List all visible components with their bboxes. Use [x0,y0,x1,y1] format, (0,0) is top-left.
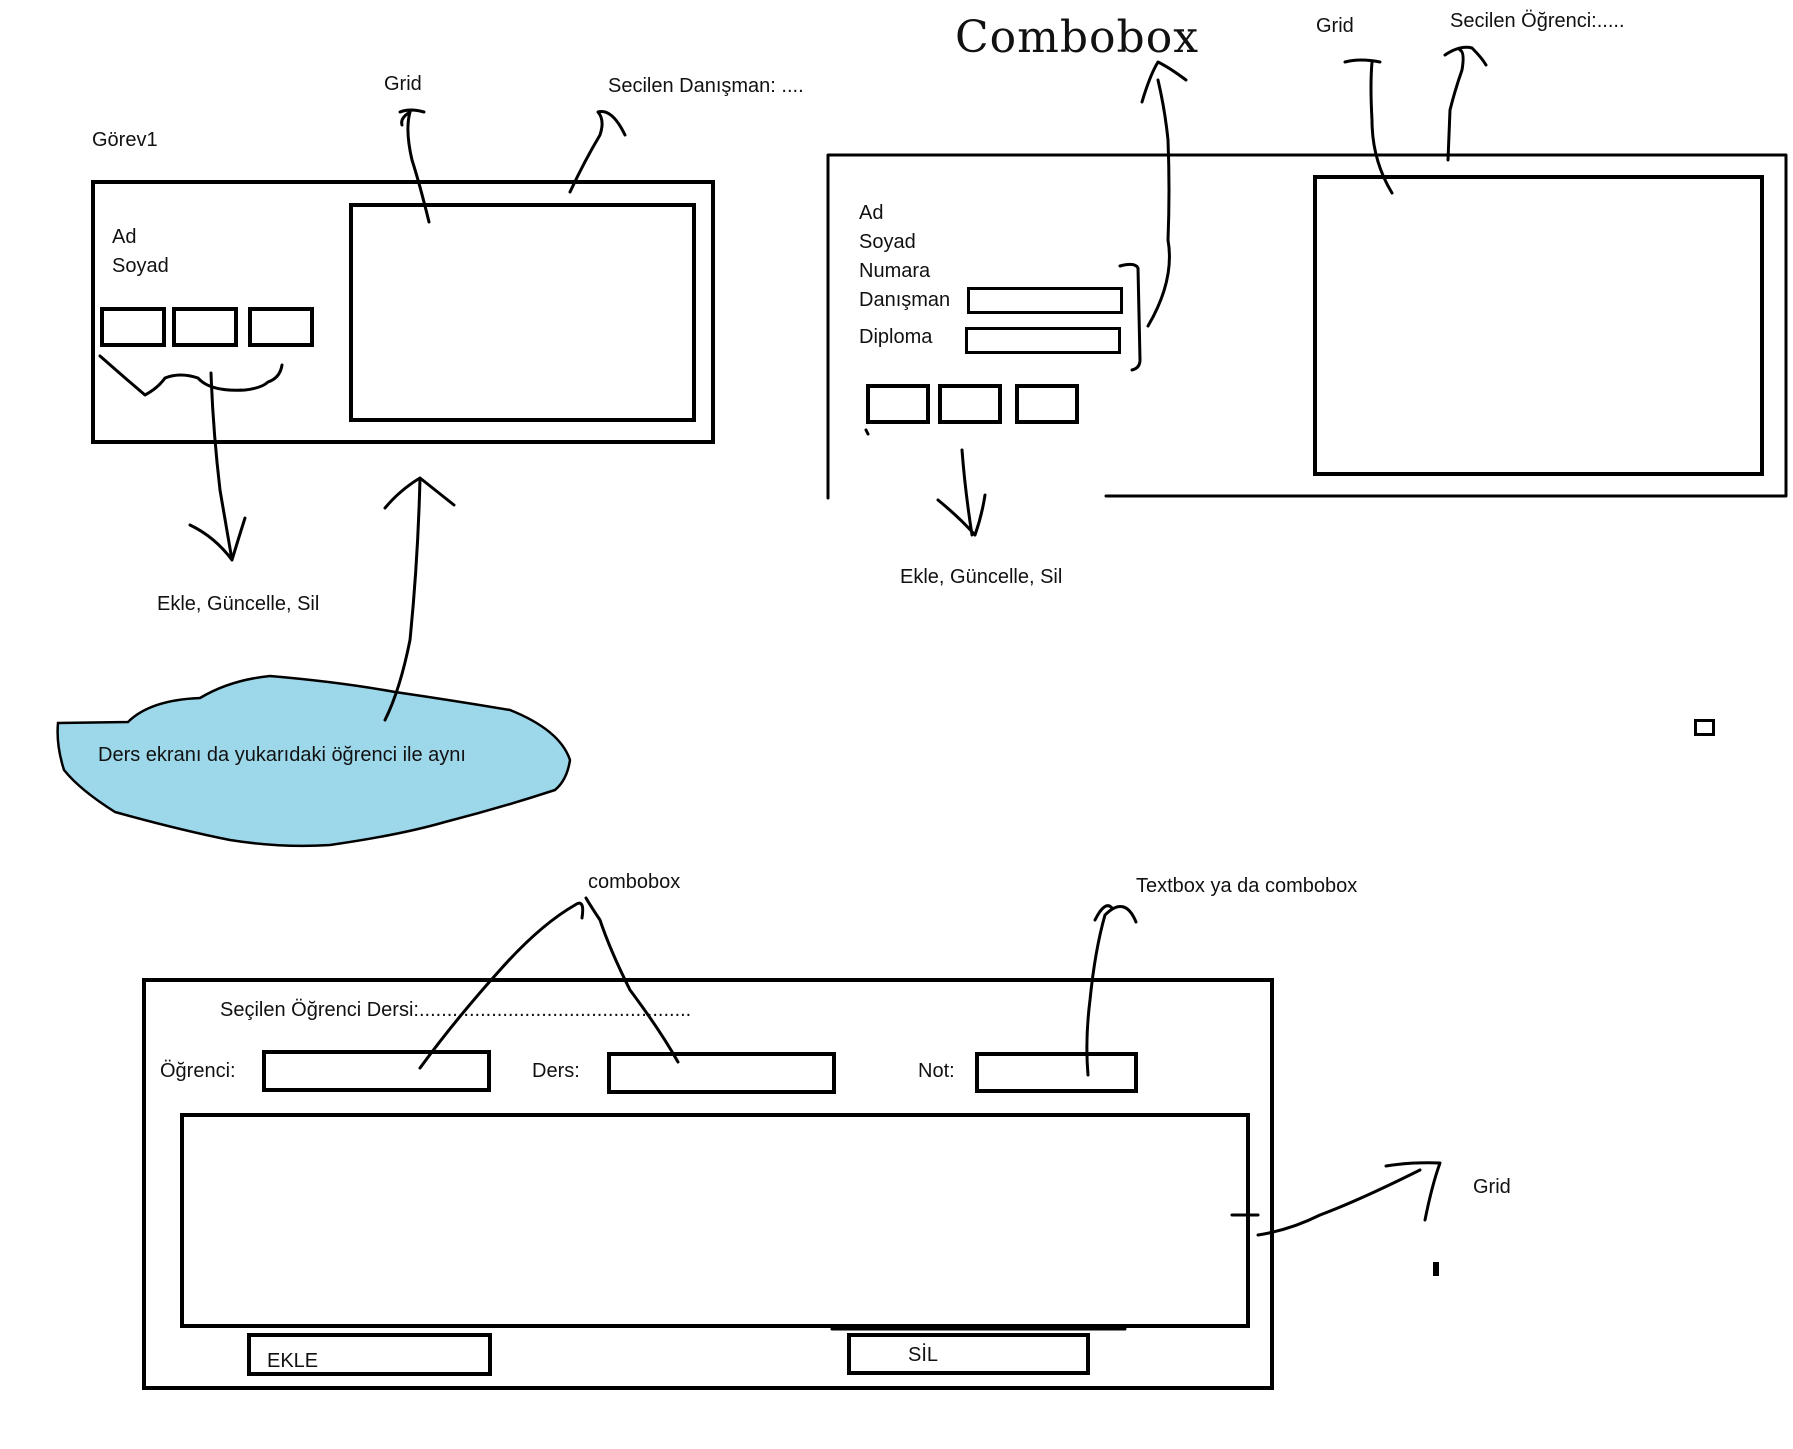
panel2-button-3[interactable] [1015,384,1079,424]
panel1-button-1[interactable] [100,307,166,347]
panel1-grid-note: Grid [384,73,422,95]
panel2-selected-arrow [1443,45,1488,162]
panel3-selected-lesson-label: Seçilen Öğrenci Dersi:..................… [220,999,692,1021]
panel3-grade-field[interactable] [975,1052,1138,1093]
panel3-label-not: Not: [918,1060,955,1082]
panel2-grid-arrow [1343,58,1394,195]
panel3-add-button-label: EKLE [267,1350,319,1372]
panel2-button-1[interactable] [866,384,930,424]
panel1-label-soyad: Soyad [112,255,169,277]
cloud-arrow [383,476,456,722]
panel2-diploma-combobox[interactable] [965,327,1121,354]
panel2-grid-note: Grid [1316,15,1354,37]
panel2-label-danisman: Danışman [859,289,951,311]
panel2-label-numara: Numara [859,260,931,282]
panel1-title: Görev1 [92,129,158,151]
panel1-selected-advisor-note: Secilen Danışman: .... [608,75,804,97]
panel2-advisor-combobox[interactable] [967,287,1123,314]
panel2-selected-student-note: Secilen Öğrenci:..... [1450,10,1625,32]
panel1-grid[interactable] [349,203,696,422]
panel2-label-diploma: Diploma [859,326,933,348]
panel2-label-ad: Ad [859,202,884,224]
wireframe-canvas: { "panel1": { "title": "Görev1", "label_… [0,0,1793,1449]
panel1-label-ad: Ad [112,226,137,248]
panel2-label-soyad: Soyad [859,231,916,253]
panel3-delete-button[interactable] [847,1333,1090,1375]
panel3-grid[interactable] [180,1113,1250,1328]
panel3-combobox-note: combobox [588,871,681,893]
panel3-student-combobox[interactable] [262,1050,491,1092]
panel3-textbox-note: Textbox ya da combobox [1136,875,1358,897]
panel3-delete-button-label: SİL [908,1344,939,1366]
panel1-buttons-note: Ekle, Güncelle, Sil [157,593,320,615]
panel2-grid[interactable] [1313,175,1764,476]
panel2-button-2[interactable] [938,384,1002,424]
panel3-label-ogrenci: Öğrenci: [160,1060,236,1082]
panel2-combobox-arrow [1140,60,1188,328]
stray-dash-mark [1433,1262,1439,1276]
panel2-combobox-note: Combobox [955,12,1200,63]
panel1-button-3[interactable] [248,307,314,347]
panel3-label-ders: Ders: [532,1060,580,1082]
cloud-note: Ders ekranı da yukarıdaki öğrenci ile ay… [98,744,466,766]
panel2-buttons-note: Ekle, Güncelle, Sil [900,566,1063,588]
panel3-grid-note: Grid [1473,1176,1511,1198]
panel2-combobox-bracket [1118,262,1142,372]
panel3-lesson-combobox[interactable] [607,1052,836,1094]
panel2-buttons-arrow [936,448,987,537]
panel1-button-2[interactable] [172,307,238,347]
stray-square-mark [1694,719,1715,736]
